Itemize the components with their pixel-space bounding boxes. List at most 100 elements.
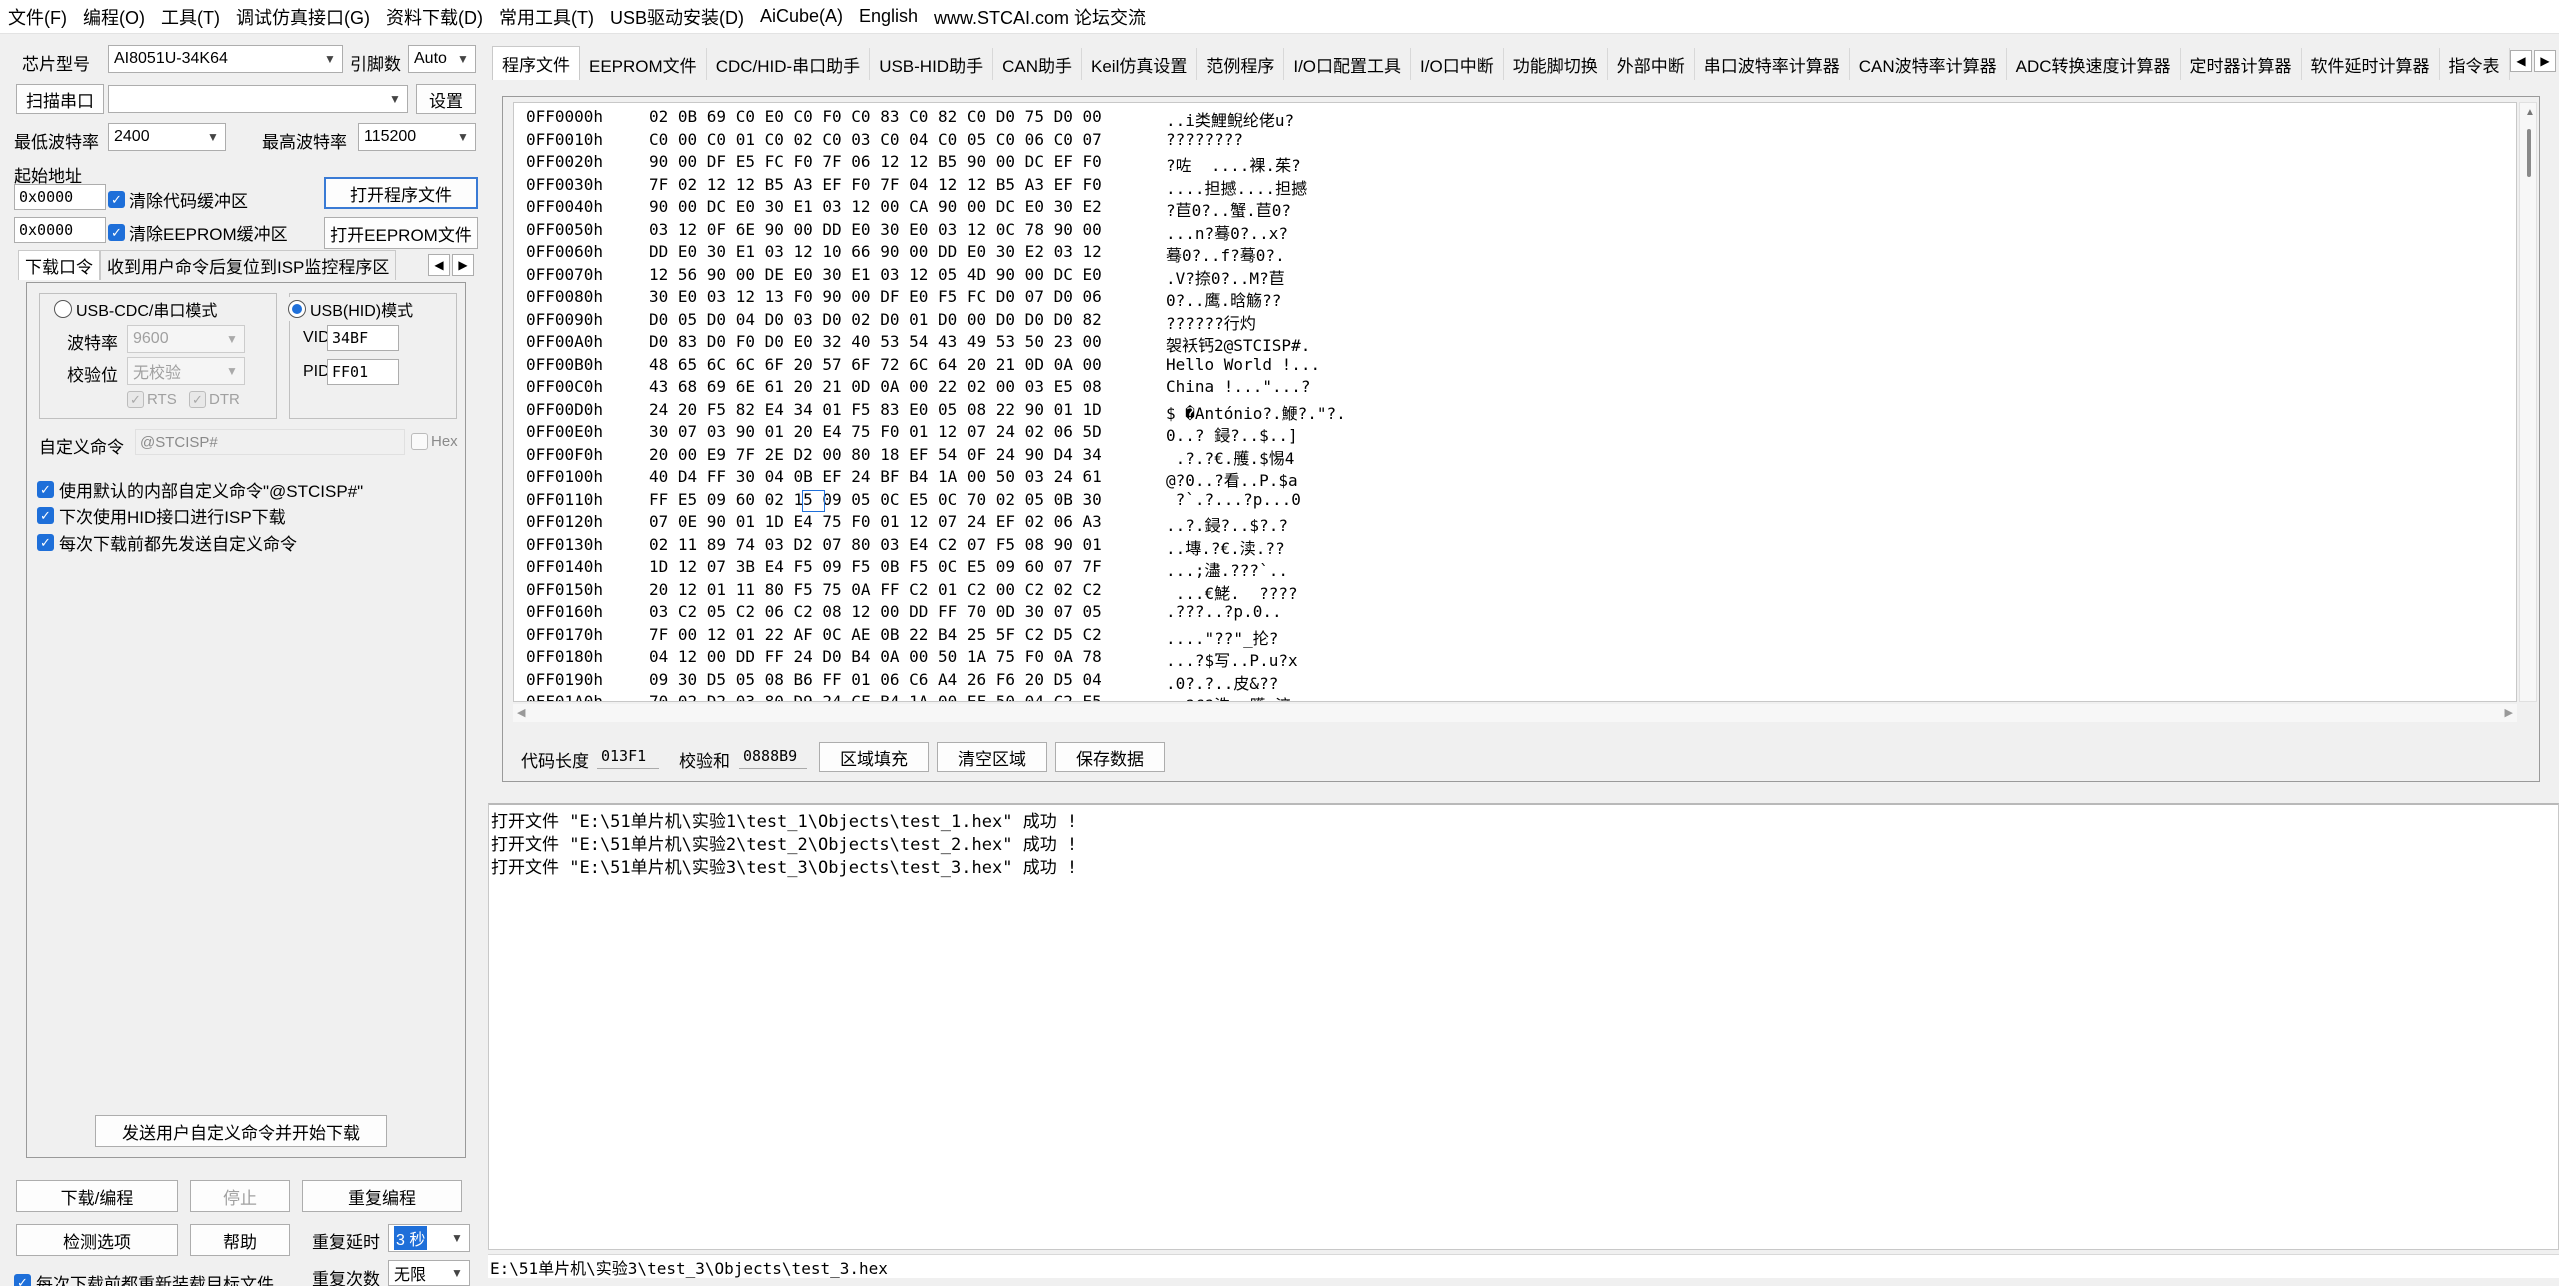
pins-select[interactable]: Auto ▼	[408, 45, 476, 73]
tab-item[interactable]: CAN助手	[993, 48, 1082, 80]
hex-addr: 0FF0160h	[526, 602, 604, 621]
baud-select[interactable]: 9600 ▼	[127, 325, 245, 353]
hex-horizontal-scrollbar[interactable]: ◀ ▶	[513, 704, 2517, 722]
tab-item[interactable]: 功能脚切换	[1504, 48, 1608, 80]
repeat-delay-select[interactable]: 3 秒 ▼	[388, 1224, 470, 1252]
tab-download-password[interactable]: 下载口令	[18, 250, 100, 280]
tab-item[interactable]: 指令表	[2440, 48, 2510, 80]
hex-addr: 0FF0170h	[526, 624, 604, 644]
hex-bytes: 1D 12 07 3B E4 F5 09 F5 0B F5 0C E5 09 6…	[649, 557, 1102, 576]
tab-item[interactable]: CDC/HID-串口助手	[707, 48, 871, 80]
pins-value: Auto	[414, 50, 447, 67]
chevron-down-icon: ▼	[457, 130, 469, 144]
tabs-scroll-right-icon[interactable]: ▶	[2534, 50, 2556, 72]
tab-item[interactable]: 串口波特率计算器	[1695, 48, 1850, 80]
tab-item[interactable]: Keil仿真设置	[1082, 48, 1198, 80]
hex-ascii: ...n?蓦0?..x?	[1166, 223, 1288, 243]
settings-button[interactable]: 设置	[416, 84, 476, 114]
menu-item[interactable]: 编程(O)	[75, 4, 153, 30]
reload-file-checkbox[interactable]: ✓ 每次下载前都重新装载目标文件	[14, 1270, 274, 1286]
hid-mode-radio[interactable]: USB(HID)模式	[285, 297, 417, 321]
save-data-button[interactable]: 保存数据	[1055, 742, 1165, 772]
chevron-down-icon: ▼	[207, 130, 219, 144]
vid-input[interactable]: 34BF	[327, 325, 399, 351]
eeprom-start-address-input[interactable]: 0x0000	[14, 217, 106, 243]
tab-reset-to-isp[interactable]: 收到用户命令后复位到ISP监控程序区	[100, 250, 397, 280]
checksum-value: 0888B9	[739, 743, 807, 769]
tab-item[interactable]: I/O口中断	[1411, 48, 1504, 80]
hex-vertical-scrollbar[interactable]: ▲	[2519, 102, 2537, 702]
scan-port-button[interactable]: 扫描串口	[16, 84, 104, 114]
tab-scroll-left-icon[interactable]: ◀	[428, 254, 450, 276]
checksum-label: 校验和	[679, 752, 730, 771]
clear-code-buffer-checkbox[interactable]: ✓ 清除代码缓冲区	[108, 187, 248, 212]
tab-item[interactable]: 外部中断	[1608, 48, 1695, 80]
scroll-right-icon[interactable]: ▶	[2505, 706, 2513, 719]
tab-item[interactable]: 程序文件	[492, 46, 580, 80]
tab-item[interactable]: EEPROM文件	[580, 48, 707, 80]
open-eeprom-file-button[interactable]: 打开EEPROM文件	[324, 217, 478, 249]
clear-eeprom-buffer-checkbox[interactable]: ✓ 清除EEPROM缓冲区	[108, 220, 288, 245]
tab-scroll-right-icon[interactable]: ▶	[452, 254, 474, 276]
code-start-address-input[interactable]: 0x0000	[14, 184, 106, 210]
help-button[interactable]: 帮助	[190, 1224, 290, 1256]
check-options-button[interactable]: 检测选项	[16, 1224, 178, 1256]
stop-button[interactable]: 停止	[190, 1180, 290, 1212]
status-bar: E:\51单片机\实验3\test_3\Objects\test_3.hex	[488, 1254, 2559, 1278]
menu-item[interactable]: 文件(F)	[0, 4, 75, 30]
tab-item[interactable]: ADC转换速度计算器	[2007, 48, 2181, 80]
menu-item[interactable]: 资料下载(D)	[378, 4, 491, 30]
tab-item[interactable]: USB-HID助手	[870, 48, 994, 80]
checkbox-checked-icon: ✓	[108, 191, 125, 208]
min-baud-value: 2400	[114, 128, 150, 145]
use-default-command-label: 使用默认的内部自定义命令"@STCISP#"	[59, 482, 364, 501]
download-program-button[interactable]: 下载/编程	[16, 1180, 178, 1212]
send-command-before-download-checkbox[interactable]: ✓ 每次下载前都先发送自定义命令	[37, 530, 297, 555]
chip-select[interactable]: AI8051U-34K64 ▼	[108, 45, 343, 73]
port-select[interactable]: ▼	[108, 85, 408, 113]
menu-item[interactable]: USB驱动安装(D)	[602, 4, 752, 30]
menu-item[interactable]: 常用工具(T)	[491, 4, 602, 30]
menu-item[interactable]: 调试仿真接口(G)	[228, 4, 378, 30]
cdc-mode-radio[interactable]: USB-CDC/串口模式	[51, 297, 221, 321]
menu-item[interactable]: English	[851, 6, 926, 27]
tabs-scroll-left-icon[interactable]: ◀	[2510, 50, 2532, 72]
open-program-file-button[interactable]: 打开程序文件	[324, 177, 478, 209]
scrollbar-thumb[interactable]	[2527, 129, 2531, 177]
custom-command-input[interactable]: @STCISP#	[135, 429, 405, 455]
hex-checkbox[interactable]: Hex	[411, 433, 458, 450]
tab-item[interactable]: I/O口配置工具	[1284, 48, 1412, 80]
rts-checkbox[interactable]: ✓ RTS	[127, 391, 177, 408]
next-hid-download-checkbox[interactable]: ✓ 下次使用HID接口进行ISP下载	[37, 503, 286, 528]
hex-addr: 0FF0110h	[526, 489, 604, 509]
pid-label: PID	[303, 363, 330, 380]
scroll-left-icon[interactable]: ◀	[517, 706, 525, 719]
fill-area-button[interactable]: 区域填充	[819, 742, 929, 772]
hex-editor[interactable]: 0FF0000h 02 0B 69 C0 E0 C0 F0 C0 83 C0 82…	[513, 102, 2517, 702]
tab-item[interactable]: CAN波特率计算器	[1850, 48, 2007, 80]
menu-item[interactable]: 工具(T)	[153, 4, 228, 30]
tab-item[interactable]: 范例程序	[1197, 48, 1285, 80]
hex-ascii: ....担撼....担撼	[1166, 178, 1308, 198]
hex-addr: 0FF0150h	[526, 579, 604, 599]
tab-item[interactable]: 定时器计算器	[2181, 48, 2302, 80]
pid-input[interactable]: FF01	[327, 359, 399, 385]
log-line: 打开文件 "E:\51单片机\实验3\test_3\Objects\test_3…	[491, 858, 1078, 878]
clear-area-button[interactable]: 清空区域	[937, 742, 1047, 772]
tab-item[interactable]: 软件延时计算器	[2302, 48, 2440, 80]
repeat-count-select[interactable]: 无限 ▼	[388, 1260, 470, 1286]
send-command-and-download-button[interactable]: 发送用户自定义命令并开始下载	[95, 1115, 387, 1147]
use-default-command-checkbox[interactable]: ✓ 使用默认的内部自定义命令"@STCISP#"	[37, 477, 363, 502]
code-length-label: 代码长度	[521, 752, 589, 771]
menu-item[interactable]: www.STCAI.com 论坛交流	[926, 4, 1154, 30]
output-log[interactable]: 打开文件 "E:\51单片机\实验1\test_1\Objects\test_1…	[488, 803, 2559, 1250]
dtr-checkbox[interactable]: ✓ DTR	[189, 391, 240, 408]
max-baud-select[interactable]: 115200 ▼	[358, 123, 476, 151]
scroll-up-icon[interactable]: ▲	[2525, 107, 2535, 118]
parity-select[interactable]: 无校验 ▼	[127, 357, 245, 385]
hex-addr: 0FF0100h	[526, 467, 604, 486]
menu-item[interactable]: AiCube(A)	[752, 6, 851, 27]
hex-addr: 0FF0130h	[526, 534, 604, 554]
min-baud-select[interactable]: 2400 ▼	[108, 123, 226, 151]
repeat-program-button[interactable]: 重复编程	[302, 1180, 462, 1212]
